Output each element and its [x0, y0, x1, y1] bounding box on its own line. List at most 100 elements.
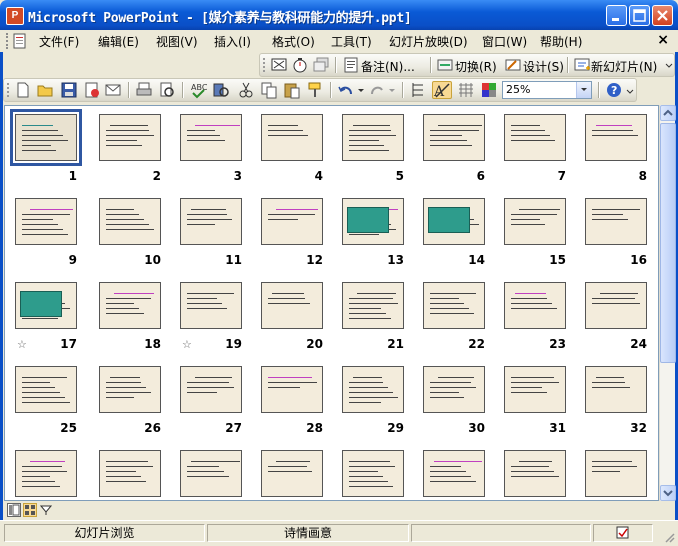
powerpoint-app-icon[interactable]: P	[6, 7, 24, 25]
scroll-down-button[interactable]	[660, 485, 676, 501]
save-button[interactable]	[60, 81, 78, 99]
slide-thumbnail[interactable]	[585, 282, 647, 329]
menu-grip[interactable]	[6, 33, 11, 49]
transition-icon[interactable]: ☆	[17, 338, 27, 351]
slide-thumbnail[interactable]	[504, 366, 566, 413]
slide-thumbnail[interactable]	[99, 114, 161, 161]
slide-thumbnail[interactable]	[180, 114, 242, 161]
slide-thumbnail[interactable]	[504, 114, 566, 161]
menu-insert[interactable]: 插入(I)	[214, 33, 251, 50]
slide-thumbnail[interactable]	[504, 282, 566, 329]
slide-thumbnail[interactable]	[180, 282, 242, 329]
slide-thumbnail[interactable]	[342, 114, 404, 161]
help-button[interactable]: ?	[605, 81, 623, 99]
slide-thumbnail[interactable]	[342, 450, 404, 497]
slide-thumbnail[interactable]	[15, 198, 77, 245]
slide-thumbnail[interactable]	[423, 114, 485, 161]
menu-edit[interactable]: 编辑(E)	[98, 33, 139, 50]
vertical-scrollbar[interactable]	[659, 105, 676, 501]
menu-file[interactable]: 文件(F)	[39, 33, 79, 50]
undo-dropdown[interactable]	[356, 81, 366, 99]
paste-button[interactable]	[283, 81, 301, 99]
slide-thumbnail[interactable]	[261, 114, 323, 161]
slide-thumbnail[interactable]	[99, 282, 161, 329]
menu-tools[interactable]: 工具(T)	[331, 33, 372, 50]
slide-thumbnail[interactable]	[342, 282, 404, 329]
slide-thumbnail[interactable]	[261, 198, 323, 245]
menu-slideshow[interactable]: 幻灯片放映(D)	[389, 33, 468, 50]
print-preview-button[interactable]	[158, 81, 176, 99]
expand-all-button[interactable]	[409, 81, 427, 99]
minimize-button[interactable]	[606, 5, 627, 26]
menu-view[interactable]: 视图(V)	[156, 33, 198, 50]
slide-thumbnail[interactable]	[10, 109, 82, 166]
toolbar-options-button[interactable]	[664, 56, 674, 74]
slide-thumbnail[interactable]	[15, 282, 77, 329]
cut-button[interactable]	[237, 81, 255, 99]
slide-thumbnail[interactable]	[423, 198, 485, 245]
email-button[interactable]	[104, 81, 122, 99]
scroll-up-button[interactable]	[660, 105, 676, 121]
menu-window[interactable]: 窗口(W)	[482, 33, 527, 50]
show-formatting-button[interactable]: A	[432, 81, 452, 99]
comments-icon-button[interactable]	[342, 56, 360, 74]
menu-format[interactable]: 格式(O)	[272, 33, 315, 50]
slide-thumbnail[interactable]	[15, 450, 77, 497]
slide-thumbnail[interactable]	[15, 366, 77, 413]
open-button[interactable]	[37, 81, 55, 99]
transition-icon[interactable]: ☆	[182, 338, 192, 351]
toolbar-options-button[interactable]	[625, 81, 635, 99]
slide-thumbnail[interactable]	[585, 450, 647, 497]
slide-thumbnail[interactable]	[423, 282, 485, 329]
slide-thumbnail[interactable]	[504, 198, 566, 245]
slide-thumbnail[interactable]	[99, 198, 161, 245]
comments-button[interactable]: 备注(N)...	[361, 58, 415, 75]
toolbar-grip[interactable]	[263, 58, 268, 72]
show-grid-button[interactable]	[457, 81, 475, 99]
permission-button[interactable]	[83, 81, 101, 99]
print-button[interactable]	[135, 81, 153, 99]
slide-thumbnail[interactable]	[261, 282, 323, 329]
format-painter-button[interactable]	[306, 81, 324, 99]
document-close-button[interactable]: ×	[657, 32, 669, 48]
slide-thumbnail[interactable]	[342, 366, 404, 413]
maximize-button[interactable]	[629, 5, 650, 26]
slide-thumbnail[interactable]	[423, 366, 485, 413]
redo-dropdown[interactable]	[387, 81, 397, 99]
design-icon-button[interactable]	[504, 56, 522, 74]
slide-thumbnail[interactable]	[99, 450, 161, 497]
slide-thumbnail[interactable]	[504, 450, 566, 497]
design-button[interactable]: 设计(S)	[523, 58, 564, 75]
slide-thumbnail[interactable]	[585, 114, 647, 161]
spelling-button[interactable]: ABC	[189, 81, 207, 99]
menu-help[interactable]: 帮助(H)	[540, 33, 582, 50]
new-slide-button[interactable]: 新幻灯片(N)	[591, 58, 657, 75]
slide-thumbnail[interactable]	[585, 198, 647, 245]
slideshow-view-button[interactable]	[39, 503, 53, 517]
slide-thumbnail[interactable]	[342, 198, 404, 245]
zoom-select[interactable]: 25%	[502, 81, 592, 99]
new-slide-icon-button[interactable]	[573, 56, 591, 74]
slide-thumbnail[interactable]	[261, 450, 323, 497]
new-button[interactable]	[14, 81, 32, 99]
redo-button[interactable]	[368, 81, 386, 99]
copy-button[interactable]	[260, 81, 278, 99]
zoom-dropdown-arrow[interactable]	[576, 82, 591, 98]
slide-thumbnail[interactable]	[180, 198, 242, 245]
toolbar-grip[interactable]	[7, 83, 12, 97]
normal-view-button[interactable]	[7, 503, 21, 517]
color-grayscale-button[interactable]	[480, 81, 498, 99]
summary-slide-button[interactable]	[312, 56, 330, 74]
rehearse-timings-button[interactable]	[291, 56, 309, 74]
transition-icon-button[interactable]	[436, 56, 454, 74]
slide-sorter-view-button[interactable]	[23, 503, 37, 517]
undo-button[interactable]	[337, 81, 355, 99]
hide-slide-button[interactable]	[270, 56, 288, 74]
slide-thumbnail[interactable]	[99, 366, 161, 413]
slide-thumbnail[interactable]	[423, 450, 485, 497]
document-icon[interactable]	[13, 33, 27, 49]
scroll-thumb[interactable]	[660, 123, 676, 363]
transition-button[interactable]: 切换(R)	[455, 58, 497, 75]
research-button[interactable]	[212, 81, 230, 99]
slide-thumbnail[interactable]	[180, 450, 242, 497]
